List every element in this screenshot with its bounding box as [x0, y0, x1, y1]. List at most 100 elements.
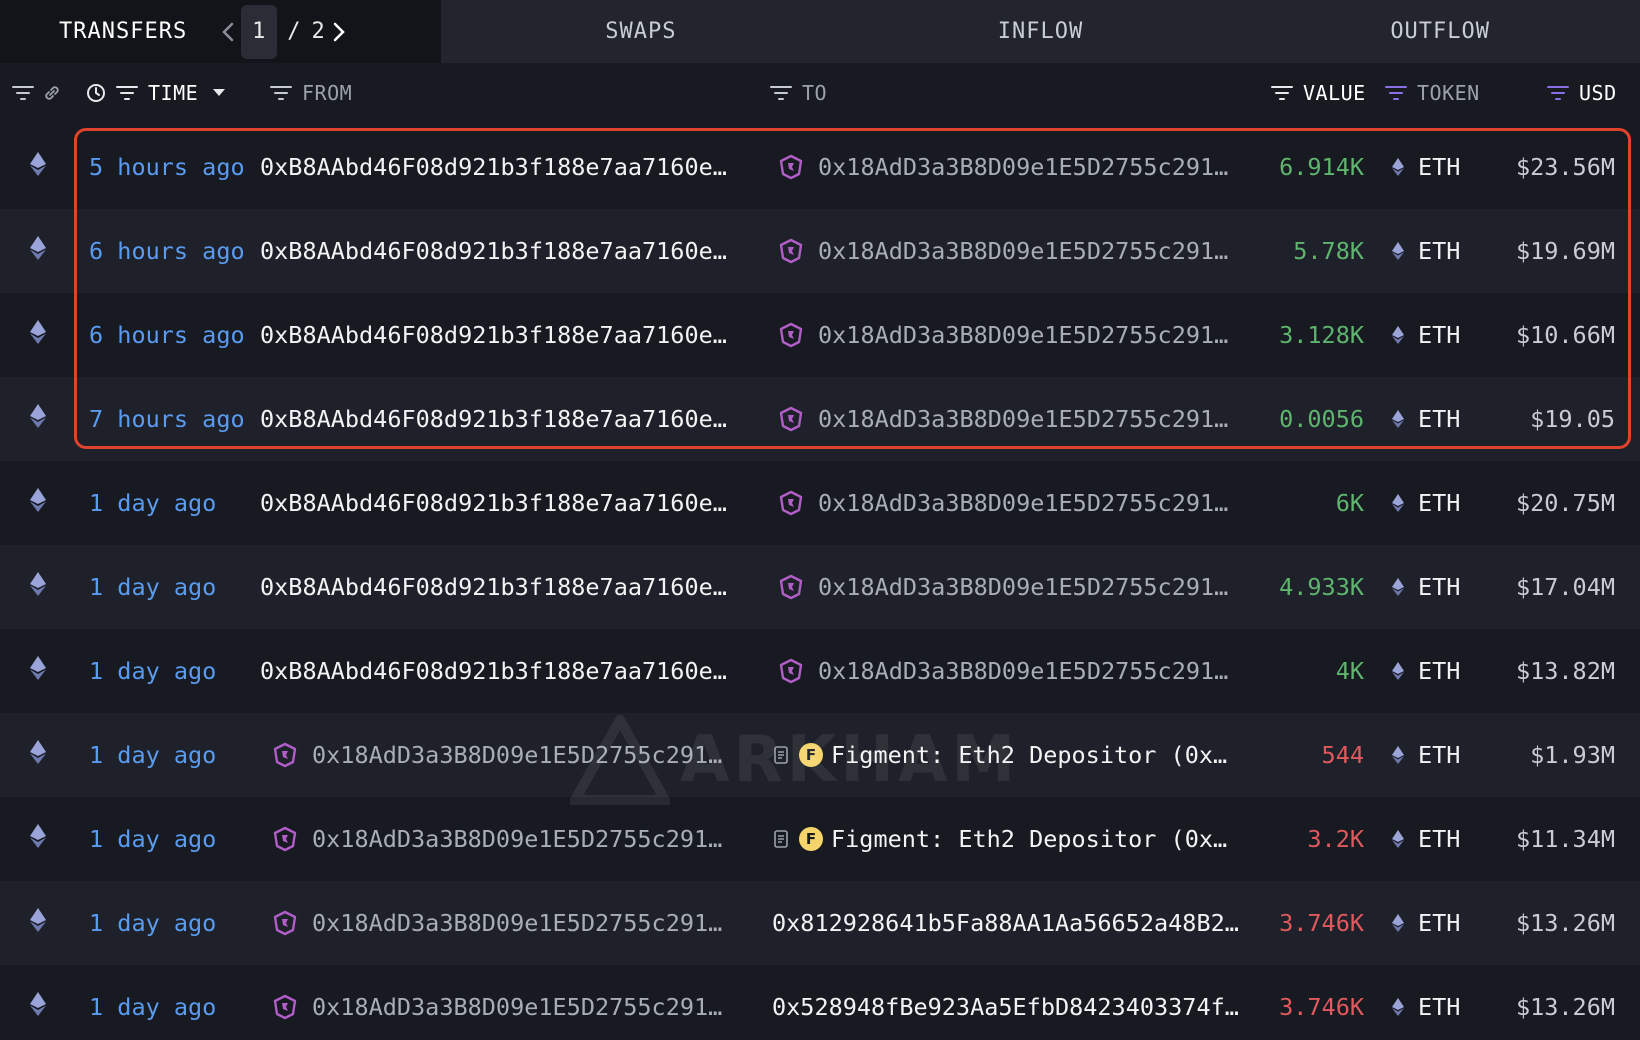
time-text[interactable]: 1 day ago: [89, 909, 216, 937]
table-row[interactable]: 1 day ago 0x18AdD3a3B8D09e1E5D2755c291… …: [0, 881, 1640, 965]
header-chain-filter[interactable]: [12, 63, 72, 123]
to-address[interactable]: 0x18AdD3a3B8D09e1E5D2755c291…: [778, 209, 1228, 293]
filter-icon[interactable]: [1547, 85, 1569, 101]
to-address[interactable]: 0x18AdD3a3B8D09e1E5D2755c291…: [778, 377, 1228, 461]
to-address-text[interactable]: 0x812928641b5Fa88AA1Aa56652a48B2…: [772, 909, 1239, 937]
tab-inflow[interactable]: INFLOW: [841, 0, 1241, 63]
table-row[interactable]: 1 day ago 0xB8AAbd46F08d921b3f188e7aa716…: [0, 629, 1640, 713]
table-row[interactable]: 1 day ago 0xB8AAbd46F08d921b3f188e7aa716…: [0, 545, 1640, 629]
chevron-right-icon[interactable]: [326, 12, 352, 52]
to-address-text[interactable]: Figment: Eth2 Depositor (0x…: [831, 741, 1227, 769]
token-cell[interactable]: ETH: [1392, 881, 1460, 965]
time-text[interactable]: 1 day ago: [89, 657, 216, 685]
to-address[interactable]: 0x18AdD3a3B8D09e1E5D2755c291…: [778, 461, 1228, 545]
time-text[interactable]: 7 hours ago: [89, 405, 245, 433]
to-address[interactable]: 0x528948fBe923Aa5EfbD8423403374f…: [772, 965, 1239, 1040]
token-cell[interactable]: ETH: [1392, 461, 1460, 545]
time-text[interactable]: 6 hours ago: [89, 321, 245, 349]
time-text[interactable]: 1 day ago: [89, 825, 216, 853]
time-text[interactable]: 5 hours ago: [89, 153, 245, 181]
table-row[interactable]: 1 day ago 0x18AdD3a3B8D09e1E5D2755c291… …: [0, 797, 1640, 881]
token-cell[interactable]: ETH: [1392, 377, 1460, 461]
from-address[interactable]: 0xB8AAbd46F08d921b3f188e7aa7160e…: [260, 293, 727, 377]
token-cell[interactable]: ETH: [1392, 125, 1460, 209]
from-address[interactable]: 0xB8AAbd46F08d921b3f188e7aa7160e…: [260, 209, 727, 293]
to-address[interactable]: 0x18AdD3a3B8D09e1E5D2755c291…: [778, 125, 1228, 209]
from-address-text[interactable]: 0xB8AAbd46F08d921b3f188e7aa7160e…: [260, 489, 727, 517]
from-address[interactable]: 0xB8AAbd46F08d921b3f188e7aa7160e…: [260, 545, 727, 629]
from-address[interactable]: 0x18AdD3a3B8D09e1E5D2755c291…: [272, 881, 722, 965]
from-address-text[interactable]: 0x18AdD3a3B8D09e1E5D2755c291…: [312, 909, 722, 937]
token-cell[interactable]: ETH: [1392, 293, 1460, 377]
filter-icon[interactable]: [1271, 85, 1293, 101]
header-from[interactable]: FROM: [270, 63, 352, 123]
to-address[interactable]: 0x812928641b5Fa88AA1Aa56652a48B2…: [772, 881, 1239, 965]
from-address-text[interactable]: 0x18AdD3a3B8D09e1E5D2755c291…: [312, 993, 722, 1021]
to-address-text[interactable]: 0x18AdD3a3B8D09e1E5D2755c291…: [818, 405, 1228, 433]
to-address[interactable]: 0x18AdD3a3B8D09e1E5D2755c291…: [778, 629, 1228, 713]
to-address-text[interactable]: 0x18AdD3a3B8D09e1E5D2755c291…: [818, 489, 1228, 517]
time-link[interactable]: 1 day ago: [89, 797, 216, 881]
to-address-text[interactable]: 0x528948fBe923Aa5EfbD8423403374f…: [772, 993, 1239, 1021]
to-address-text[interactable]: 0x18AdD3a3B8D09e1E5D2755c291…: [818, 657, 1228, 685]
to-address-text[interactable]: 0x18AdD3a3B8D09e1E5D2755c291…: [818, 153, 1228, 181]
link-icon[interactable]: [42, 83, 62, 103]
to-address[interactable]: 0x18AdD3a3B8D09e1E5D2755c291…: [778, 293, 1228, 377]
caret-down-icon[interactable]: [212, 88, 226, 98]
from-address-text[interactable]: 0x18AdD3a3B8D09e1E5D2755c291…: [312, 825, 722, 853]
from-address[interactable]: 0x18AdD3a3B8D09e1E5D2755c291…: [272, 797, 722, 881]
time-link[interactable]: 1 day ago: [89, 881, 216, 965]
from-address[interactable]: 0xB8AAbd46F08d921b3f188e7aa7160e…: [260, 629, 727, 713]
from-address[interactable]: 0xB8AAbd46F08d921b3f188e7aa7160e…: [260, 125, 727, 209]
time-link[interactable]: 6 hours ago: [89, 209, 245, 293]
filter-icon[interactable]: [1385, 85, 1407, 101]
time-link[interactable]: 1 day ago: [89, 965, 216, 1040]
filter-icon[interactable]: [270, 85, 292, 101]
token-cell[interactable]: ETH: [1392, 629, 1460, 713]
table-row[interactable]: 6 hours ago 0xB8AAbd46F08d921b3f188e7aa7…: [0, 209, 1640, 293]
header-value[interactable]: VALUE: [1271, 63, 1366, 123]
to-address-text[interactable]: 0x18AdD3a3B8D09e1E5D2755c291…: [818, 237, 1228, 265]
table-row[interactable]: 1 day ago 0x18AdD3a3B8D09e1E5D2755c291… …: [0, 965, 1640, 1040]
from-address-text[interactable]: 0xB8AAbd46F08d921b3f188e7aa7160e…: [260, 321, 727, 349]
tab-transfers[interactable]: TRANSFERS 1 / 2: [0, 0, 441, 63]
chevron-left-icon[interactable]: [215, 12, 241, 52]
time-text[interactable]: 1 day ago: [89, 741, 216, 769]
to-address-text[interactable]: 0x18AdD3a3B8D09e1E5D2755c291…: [818, 321, 1228, 349]
from-address-text[interactable]: 0xB8AAbd46F08d921b3f188e7aa7160e…: [260, 237, 727, 265]
current-page[interactable]: 1: [241, 5, 277, 59]
time-link[interactable]: 1 day ago: [89, 461, 216, 545]
token-cell[interactable]: ETH: [1392, 713, 1460, 797]
time-link[interactable]: 6 hours ago: [89, 293, 245, 377]
to-address[interactable]: F Figment: Eth2 Depositor (0x…: [773, 797, 1227, 881]
to-address[interactable]: 0x18AdD3a3B8D09e1E5D2755c291…: [778, 545, 1228, 629]
header-token[interactable]: TOKEN: [1385, 63, 1480, 123]
filter-icon[interactable]: [770, 85, 792, 101]
time-link[interactable]: 1 day ago: [89, 545, 216, 629]
from-address[interactable]: 0x18AdD3a3B8D09e1E5D2755c291…: [272, 713, 722, 797]
time-text[interactable]: 1 day ago: [89, 573, 216, 601]
filter-icon[interactable]: [116, 85, 138, 101]
header-time[interactable]: TIME: [86, 63, 236, 123]
from-address[interactable]: 0x18AdD3a3B8D09e1E5D2755c291…: [272, 965, 722, 1040]
time-text[interactable]: 1 day ago: [89, 993, 216, 1021]
from-address-text[interactable]: 0xB8AAbd46F08d921b3f188e7aa7160e…: [260, 153, 727, 181]
to-address-text[interactable]: 0x18AdD3a3B8D09e1E5D2755c291…: [818, 573, 1228, 601]
from-address-text[interactable]: 0x18AdD3a3B8D09e1E5D2755c291…: [312, 741, 722, 769]
from-address-text[interactable]: 0xB8AAbd46F08d921b3f188e7aa7160e…: [260, 657, 727, 685]
from-address-text[interactable]: 0xB8AAbd46F08d921b3f188e7aa7160e…: [260, 405, 727, 433]
table-row[interactable]: 7 hours ago 0xB8AAbd46F08d921b3f188e7aa7…: [0, 377, 1640, 461]
tab-swaps[interactable]: SWAPS: [441, 0, 841, 63]
time-text[interactable]: 1 day ago: [89, 489, 216, 517]
table-row[interactable]: 1 day ago 0xB8AAbd46F08d921b3f188e7aa716…: [0, 461, 1640, 545]
table-row[interactable]: 1 day ago 0x18AdD3a3B8D09e1E5D2755c291… …: [0, 713, 1640, 797]
to-address[interactable]: F Figment: Eth2 Depositor (0x…: [773, 713, 1227, 797]
token-cell[interactable]: ETH: [1392, 209, 1460, 293]
token-cell[interactable]: ETH: [1392, 965, 1460, 1040]
time-text[interactable]: 6 hours ago: [89, 237, 245, 265]
table-row[interactable]: 5 hours ago 0xB8AAbd46F08d921b3f188e7aa7…: [0, 125, 1640, 209]
header-to[interactable]: TO: [770, 63, 827, 123]
token-cell[interactable]: ETH: [1392, 797, 1460, 881]
time-link[interactable]: 5 hours ago: [89, 125, 245, 209]
table-row[interactable]: 6 hours ago 0xB8AAbd46F08d921b3f188e7aa7…: [0, 293, 1640, 377]
